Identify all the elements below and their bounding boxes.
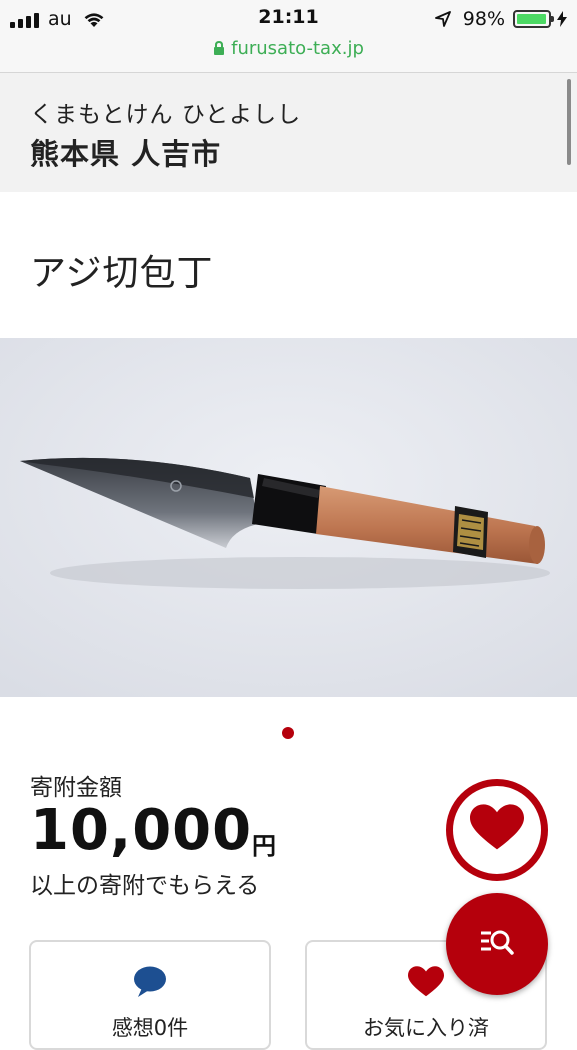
search-fab-button[interactable] xyxy=(446,893,548,995)
heart-icon xyxy=(470,804,524,856)
browser-status-bar: au 21:11 98% furusato-tax.jp xyxy=(0,0,577,73)
donation-amount: 10,000 xyxy=(30,798,253,863)
battery-icon xyxy=(513,10,554,28)
search-list-icon xyxy=(479,927,515,961)
comment-bubble-icon xyxy=(133,966,167,1002)
reviews-count: 感想0件 xyxy=(111,1016,189,1040)
city-kana: くまもとけん ひとよしし xyxy=(30,102,302,128)
address-bar[interactable]: furusato-tax.jp xyxy=(0,38,577,61)
donation-unit: 円 xyxy=(252,832,276,860)
url-text: furusato-tax.jp xyxy=(231,38,364,59)
product-title: アジ切包丁 xyxy=(30,253,214,294)
reviews-card[interactable]: 感想0件 xyxy=(29,940,271,1050)
favorite-button[interactable] xyxy=(446,779,548,881)
donation-note: 以上の寄附でもらえる xyxy=(30,873,260,899)
lock-icon xyxy=(213,40,225,61)
product-image[interactable] xyxy=(0,338,577,697)
battery-level-fill xyxy=(517,14,547,24)
city-header: くまもとけん ひとよしし 熊本県 人吉市 xyxy=(0,73,577,192)
donation-label: 寄附金額 xyxy=(30,775,122,801)
charging-bolt-icon xyxy=(557,11,567,27)
carousel-dot-active[interactable] xyxy=(282,727,294,739)
favorite-status-label: お気に入り済 xyxy=(363,1016,489,1040)
scroll-indicator xyxy=(567,79,571,165)
heart-icon xyxy=(408,966,444,1002)
city-name[interactable]: 熊本県 人吉市 xyxy=(30,131,221,173)
location-arrow-icon xyxy=(434,11,451,27)
status-right: 98% xyxy=(434,6,567,32)
battery-percent: 98% xyxy=(462,8,505,30)
